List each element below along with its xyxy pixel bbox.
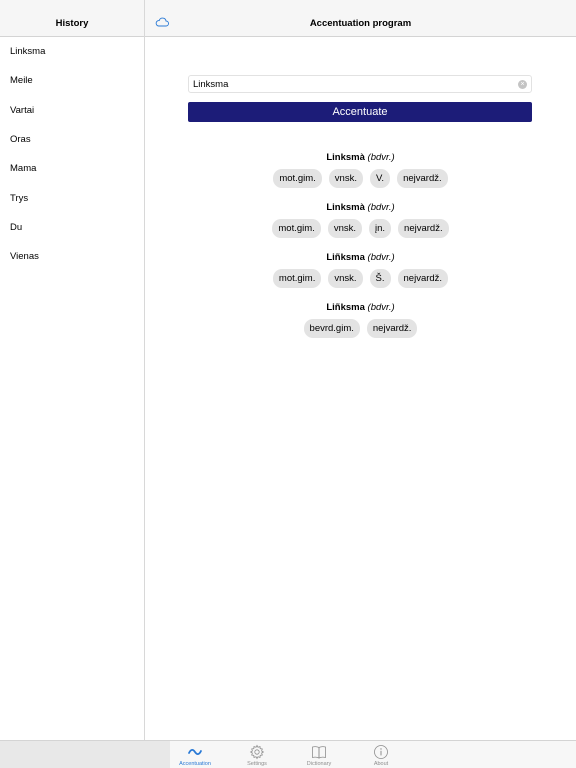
info-icon [374, 745, 388, 759]
grammar-tag[interactable]: Š. [369, 269, 391, 288]
tab-label: About [373, 761, 389, 767]
result-pos: (bdvr.) [367, 202, 395, 213]
grammar-tag[interactable]: vnsk. [327, 219, 362, 238]
grammar-tag[interactable]: mot.gim. [272, 219, 321, 238]
book-icon [312, 746, 326, 759]
result-item: Linksmà (bdvr.) mot.gim. vnsk. įn. nejva… [145, 200, 576, 238]
grammar-tag[interactable]: įn. [369, 219, 392, 238]
main-panel: Accentuation program × Accentuate Linksm… [145, 0, 576, 740]
search-field[interactable]: × [188, 75, 532, 93]
results-list: Linksmà (bdvr.) mot.gim. vnsk. V. nejvar… [145, 150, 576, 350]
result-word: Liñksma [326, 252, 365, 263]
grammar-tag[interactable]: nejvardž. [398, 219, 449, 238]
sidebar-title: History [0, 0, 144, 37]
history-item[interactable]: Du [0, 213, 144, 242]
result-title: Linksmà (bdvr.) [145, 200, 576, 216]
tab-label: Accentuation [179, 761, 211, 767]
result-pos: (bdvr.) [367, 152, 395, 163]
grammar-tag[interactable]: bevrd.gim. [303, 319, 360, 338]
grammar-tag[interactable]: vnsk. [328, 169, 363, 188]
history-item[interactable]: Mama [0, 154, 144, 183]
result-pos: (bdvr.) [367, 252, 395, 263]
page-title: Accentuation program [309, 17, 412, 29]
tab-bar-sidebar-segment [0, 741, 170, 768]
history-item[interactable]: Trys [0, 183, 144, 212]
result-pos: (bdvr.) [367, 302, 395, 313]
result-tags: bevrd.gim. nejvardž. [145, 319, 576, 338]
result-tags: mot.gim. vnsk. V. nejvardž. [145, 169, 576, 188]
history-item[interactable]: Oras [0, 125, 144, 154]
history-sidebar: History Linksma Meile Vartai Oras Mama T… [0, 0, 145, 740]
result-word: Liñksma [326, 302, 365, 313]
result-tags: mot.gim. vnsk. Š. nejvardž. [145, 269, 576, 288]
result-word: Linksmà [326, 202, 365, 213]
history-item[interactable]: Vartai [0, 96, 144, 125]
result-item: Liñksma (bdvr.) mot.gim. vnsk. Š. nejvar… [145, 250, 576, 288]
tab-bar: Accentuation Settings Dictionary About [0, 740, 576, 768]
result-title: Liñksma (bdvr.) [145, 300, 576, 316]
accentuate-button[interactable]: Accentuate [188, 102, 532, 122]
history-item[interactable]: Meile [0, 66, 144, 95]
main-header: Accentuation program [145, 0, 576, 37]
tab-label: Settings [247, 761, 267, 767]
tab-accentuation[interactable]: Accentuation [173, 741, 217, 768]
tab-settings[interactable]: Settings [235, 741, 279, 768]
grammar-tag[interactable]: nejvardž. [397, 169, 448, 188]
result-title: Liñksma (bdvr.) [145, 250, 576, 266]
grammar-tag[interactable]: vnsk. [328, 269, 363, 288]
grammar-tag[interactable]: V. [369, 169, 391, 188]
tilde-icon [188, 748, 202, 756]
tab-about[interactable]: About [359, 741, 403, 768]
grammar-tag[interactable]: nejvardž. [366, 319, 418, 338]
history-item[interactable]: Linksma [0, 37, 144, 66]
result-tags: mot.gim. vnsk. įn. nejvardž. [145, 219, 576, 238]
history-item[interactable]: Vienas [0, 242, 144, 271]
gear-icon [249, 744, 265, 760]
grammar-tag[interactable]: nejvardž. [397, 269, 449, 288]
search-input[interactable] [189, 76, 531, 92]
result-item: Liñksma (bdvr.) bevrd.gim. nejvardž. [145, 300, 576, 338]
result-item: Linksmà (bdvr.) mot.gim. vnsk. V. nejvar… [145, 150, 576, 188]
grammar-tag[interactable]: mot.gim. [272, 269, 322, 288]
result-title: Linksmà (bdvr.) [145, 150, 576, 166]
tab-label: Dictionary [306, 761, 332, 767]
history-list: Linksma Meile Vartai Oras Mama Trys Du V… [0, 37, 144, 271]
tab-dictionary[interactable]: Dictionary [297, 741, 341, 768]
cloud-icon[interactable] [155, 17, 169, 27]
result-word: Linksmà [326, 152, 365, 163]
clear-icon[interactable]: × [518, 80, 527, 89]
grammar-tag[interactable]: mot.gim. [273, 169, 322, 188]
